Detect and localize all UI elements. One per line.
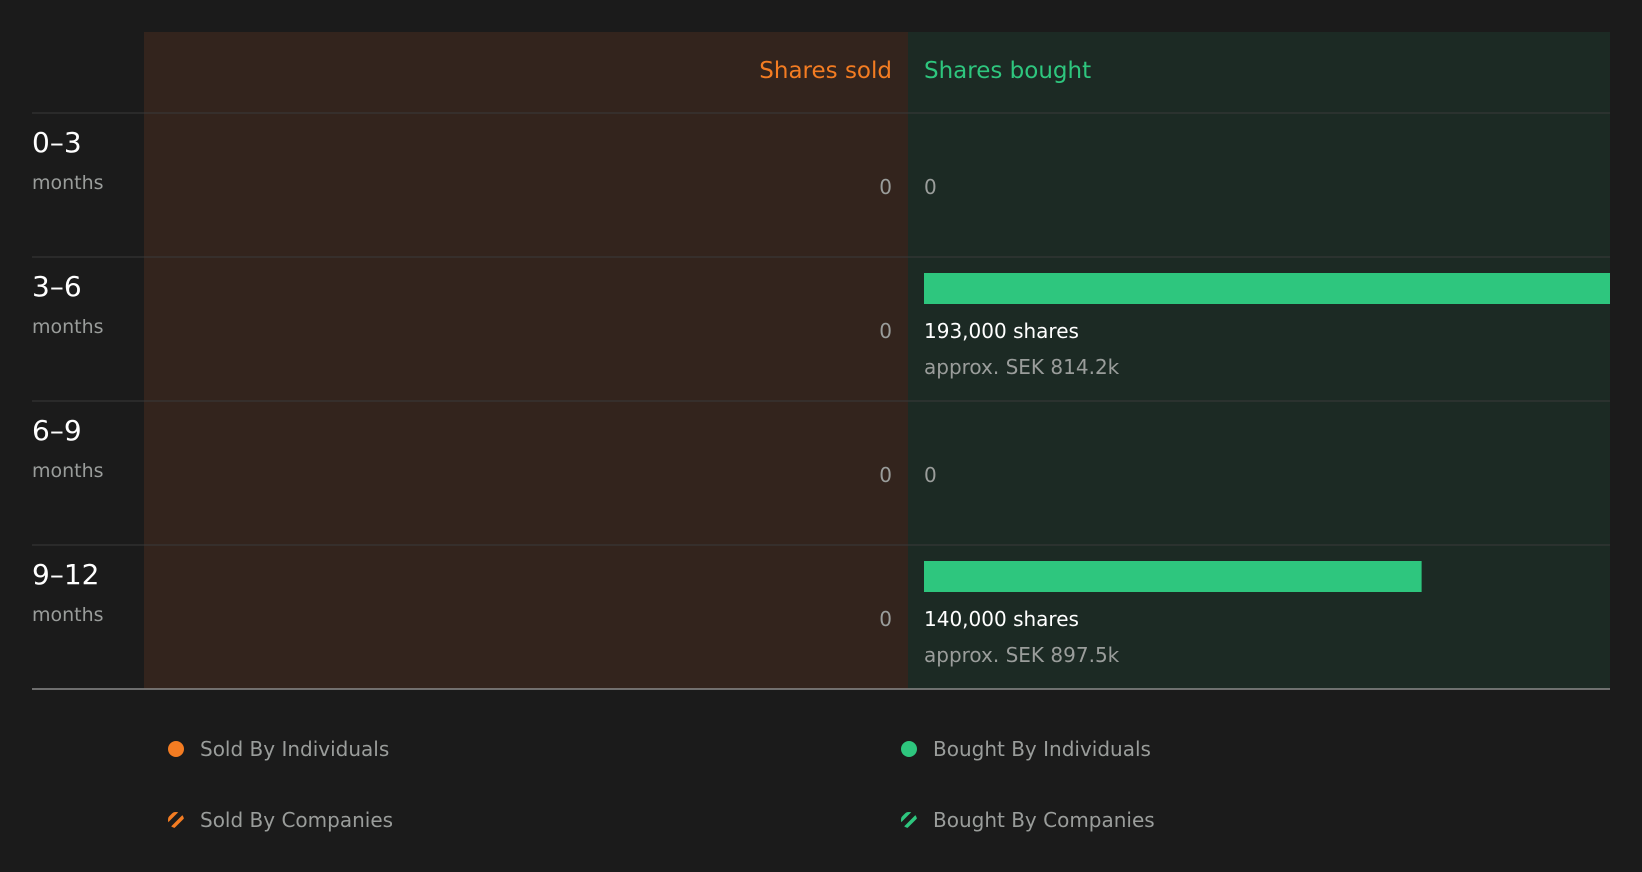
legend-bought-individuals: Bought By Individuals (901, 737, 1151, 761)
legend-sold-individuals: Sold By Individuals (168, 737, 389, 761)
sold-value-label: 0 (879, 463, 892, 487)
chart-legend: Sold By Individuals Bought By Individual… (0, 690, 1642, 872)
sold-panel (144, 32, 908, 689)
legend-label: Bought By Companies (933, 808, 1155, 832)
green-striped-dot-icon (901, 812, 917, 828)
green-dot-icon (901, 741, 917, 757)
orange-striped-dot-icon (168, 812, 184, 828)
bought-bar (924, 273, 1610, 304)
bought-bar (924, 561, 1422, 592)
sold-value-label: 0 (879, 607, 892, 631)
period-label: 0–3 (32, 126, 82, 159)
insider-trading-chart: Shares sold Shares bought 0–3 months 0 0 3–6 mo… (32, 32, 1610, 690)
period-label: 9–12 (32, 558, 99, 591)
legend-label: Bought By Individuals (933, 737, 1151, 761)
legend-label: Sold By Companies (200, 808, 394, 832)
legend-sold-companies: Sold By Companies (168, 808, 393, 832)
sold-value-label: 0 (879, 319, 892, 343)
bought-shares-label: 193,000 shares (924, 319, 1079, 343)
bought-value-label: approx. SEK 814.2k (924, 355, 1120, 379)
bought-shares-label: 0 (924, 463, 937, 487)
bought-value-label: approx. SEK 897.5k (924, 643, 1120, 667)
period-unit: months (32, 316, 104, 338)
sold-value-label: 0 (879, 175, 892, 199)
bought-shares-label: 140,000 shares (924, 607, 1079, 631)
legend-bought-companies: Bought By Companies (901, 808, 1155, 832)
orange-dot-icon (168, 741, 184, 757)
bought-column-header: Shares bought (924, 58, 1091, 84)
bought-shares-label: 0 (924, 175, 937, 199)
period-unit: months (32, 604, 104, 626)
period-label: 6–9 (32, 414, 82, 447)
period-unit: months (32, 172, 104, 194)
sold-column-header: Shares sold (759, 58, 892, 84)
period-label: 3–6 (32, 270, 82, 303)
legend-label: Sold By Individuals (200, 737, 390, 761)
period-unit: months (32, 460, 104, 482)
